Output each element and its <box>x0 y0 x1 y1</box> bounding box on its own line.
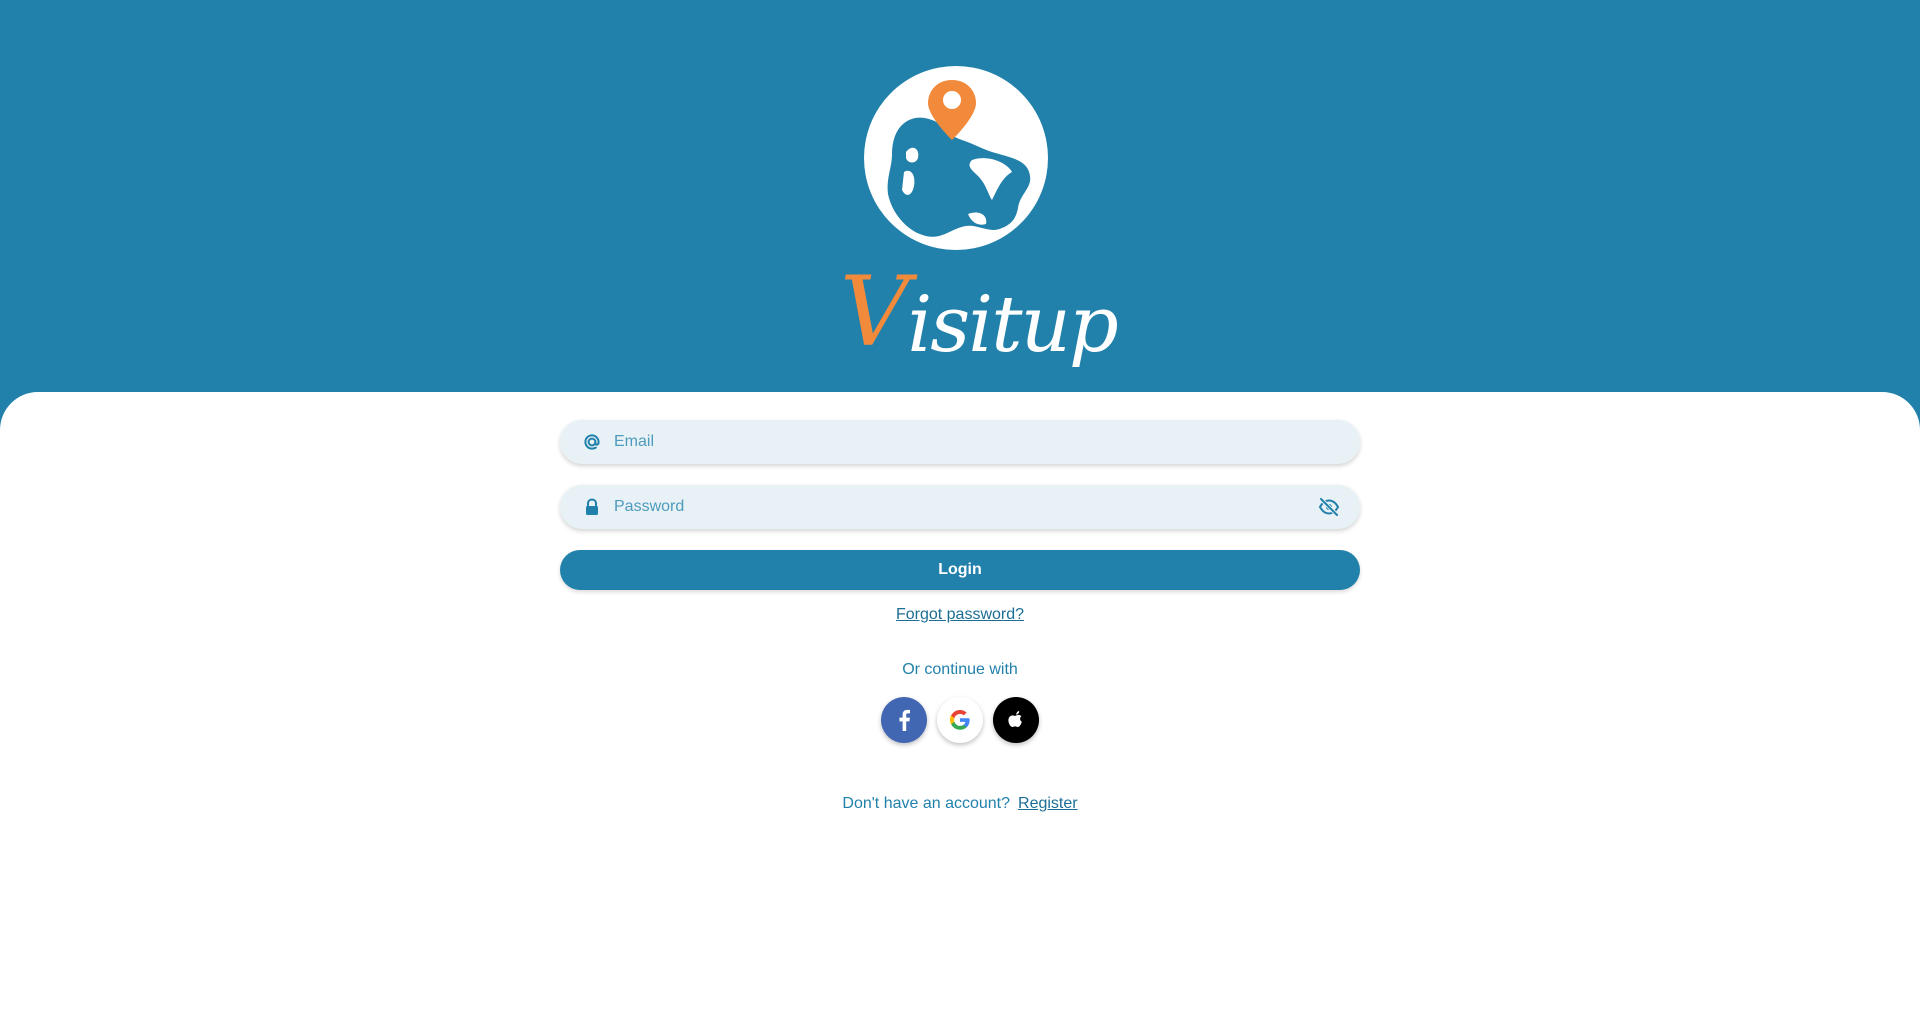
email-input[interactable] <box>614 420 1254 464</box>
password-input[interactable] <box>614 485 1254 529</box>
globe-pin-logo <box>864 66 1048 250</box>
forgot-password-link[interactable]: Forgot password? <box>896 606 1024 623</box>
brand-name-rest: isitup <box>907 280 1118 370</box>
password-field <box>560 485 1360 529</box>
brand-first-letter: V <box>840 256 909 368</box>
register-prompt: Don't have an account? <box>842 795 1011 812</box>
at-icon <box>584 434 600 450</box>
register-row: Don't have an account? Register <box>0 794 1920 814</box>
facebook-icon <box>899 709 910 731</box>
google-login-button[interactable] <box>937 697 983 743</box>
register-link[interactable]: Register <box>1018 795 1078 812</box>
lock-icon <box>586 498 598 515</box>
apple-login-button[interactable] <box>993 697 1039 743</box>
brand-wordmark: Visitup <box>840 262 1119 370</box>
login-button[interactable]: Login <box>560 550 1360 590</box>
eye-slash-icon[interactable] <box>1318 497 1340 517</box>
facebook-login-button[interactable] <box>881 697 927 743</box>
apple-icon <box>1008 711 1022 727</box>
google-icon <box>950 710 970 730</box>
social-heading: Or continue with <box>902 661 1018 678</box>
header-banner: Visitup <box>0 0 1920 430</box>
forgot-password-row: Forgot password? <box>0 605 1920 625</box>
email-field <box>560 420 1360 464</box>
